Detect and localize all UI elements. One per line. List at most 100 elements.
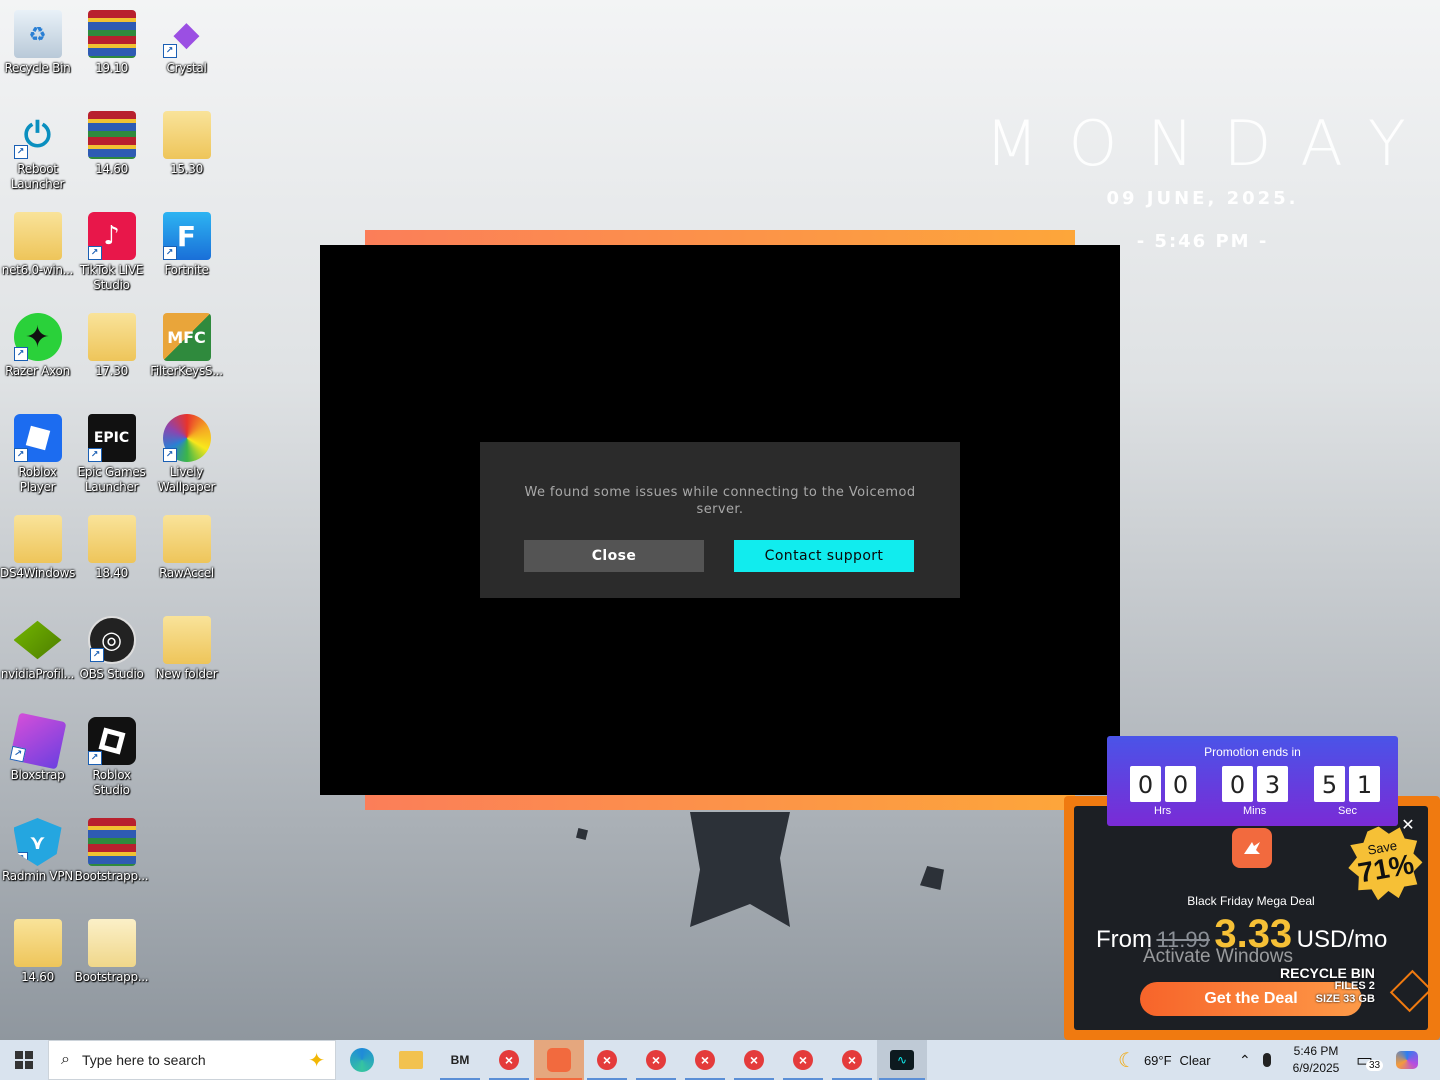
countdown-digit: 3 (1257, 766, 1288, 802)
promo-close-icon[interactable]: ✕ (1400, 818, 1416, 834)
fortnite-icon: F ↗ (162, 212, 211, 260)
taskbar-voicemod[interactable]: ∿ (877, 1040, 927, 1080)
clock[interactable]: 5:46 PM 6/9/2025 (1287, 1040, 1345, 1080)
taskbar-search-box[interactable]: ⌕ Type here to search ✦ (48, 1040, 336, 1080)
desktop-icon-rawaccel[interactable]: RawAccel (149, 515, 224, 581)
weather-text: Clear (1179, 1052, 1211, 1068)
shortcut-arrow-icon: ↗ (13, 448, 28, 462)
voicemod-accent-bar-bottom (365, 795, 1075, 810)
desktop-icon-15-30[interactable]: 15.30 (149, 111, 224, 177)
shortcut-arrow-icon: ↗ (162, 246, 177, 260)
desktop-icon-razer-axon[interactable]: ✦ ↗ Razer Axon (0, 313, 75, 379)
desktop-icon-label: Bloxstrap (10, 768, 65, 782)
desktop-icon-roblox-player[interactable]: ↗ Roblox Player (0, 414, 75, 495)
winrar-archive-icon (87, 111, 136, 159)
desktop-icon-label: FilterKeysS... (150, 364, 223, 378)
desktop-icon-obs-studio[interactable]: ◎ ↗ OBS Studio (74, 616, 149, 682)
shortcut-arrow-icon: ↗ (89, 648, 104, 662)
weather-widget[interactable]: ☾ 69°F Clear (1118, 1040, 1211, 1080)
close-button[interactable]: Close (524, 540, 704, 572)
recycle-bin-widget-size: SIZE 33 GB (1315, 993, 1375, 1005)
shortcut-arrow-icon: ↗ (13, 852, 28, 866)
taskbar-error-app-2[interactable]: × (585, 1040, 629, 1080)
desktop-icon-crystal[interactable]: ◆ ↗ Crystal (149, 10, 224, 76)
rabbit-app-icon (547, 1048, 571, 1072)
desktop-icon-label: Razer Axon (5, 364, 70, 378)
windows-logo-icon (15, 1051, 33, 1069)
roblox-icon: ↗ (13, 414, 62, 462)
moon-icon: ☾ (1118, 1049, 1136, 1072)
search-highlight-icon: ✦ (308, 1049, 325, 1072)
taskbar-voicemod-promo[interactable] (534, 1040, 584, 1080)
edge-icon (350, 1048, 374, 1072)
taskbar-app-bm[interactable]: BM (438, 1040, 482, 1080)
notifications-button[interactable]: ▭ 33 (1356, 1040, 1384, 1080)
taskbar-error-app-6[interactable]: × (781, 1040, 825, 1080)
desktop-icon-radmin-vpn[interactable]: ⋎ ↗ Radmin VPN (0, 818, 75, 884)
desktop-icon-18-40[interactable]: 18.40 (74, 515, 149, 581)
desktop-icon-epic-games[interactable]: EPIC ↗ Epic Games Launcher (74, 414, 149, 495)
folder-icon (13, 515, 62, 563)
desktop-icon-bootstrapper-folder[interactable]: Bootstrapp... (74, 919, 149, 985)
contact-support-button[interactable]: Contact support (734, 540, 914, 572)
desktop-icon-label: 17.30 (95, 364, 128, 378)
notification-count: 33 (1366, 1060, 1384, 1071)
taskbar-error-app-1[interactable]: × (487, 1040, 531, 1080)
desktop-icon-14-60[interactable]: 14.60 (74, 111, 149, 177)
copilot-button[interactable] (1396, 1040, 1418, 1080)
desktop-icon-label: Roblox Studio (92, 768, 131, 797)
taskbar-error-app-7[interactable]: × (830, 1040, 874, 1080)
desktop-icon-nvidia-profile[interactable]: nvidiaProfil... (0, 616, 75, 682)
countdown-mins-label: Mins (1243, 805, 1267, 817)
taskbar-error-app-4[interactable]: × (683, 1040, 727, 1080)
shortcut-arrow-icon: ↗ (162, 44, 177, 58)
microphone-icon (1263, 1053, 1271, 1067)
desktop-icon-lively-wallpaper[interactable]: ↗ Lively Wallpaper (149, 414, 224, 495)
desktop-icon-ds4windows[interactable]: DS4Windows (0, 515, 75, 581)
desktop-icon-label: RawAccel (159, 566, 214, 580)
desktop-icon-roblox-studio[interactable]: ↗ Roblox Studio (74, 717, 149, 798)
microphone-button[interactable] (1263, 1040, 1271, 1080)
folder-icon (162, 515, 211, 563)
countdown-digit: 0 (1130, 766, 1161, 802)
lively-wallpaper-icon: ↗ (162, 414, 211, 462)
taskbar-error-app-3[interactable]: × (634, 1040, 678, 1080)
voicemod-accent-bar-top (365, 230, 1075, 245)
desktop-icon-label: Roblox Player (18, 465, 57, 494)
desktop-icon-label: 14.60 (95, 162, 128, 176)
desktop-icon-new-folder[interactable]: New folder (149, 616, 224, 682)
desktop-icon-filterkeys[interactable]: MFC FilterKeysS... (149, 313, 224, 379)
desktop-icon-reboot-launcher[interactable]: ⏻ ↗ Reboot Launcher (0, 111, 75, 192)
taskbar-error-app-5[interactable]: × (732, 1040, 776, 1080)
desktop-icon-fortnite[interactable]: F ↗ Fortnite (149, 212, 224, 278)
desktop-icon-label: Bootstrapp... (74, 970, 149, 984)
show-hidden-icons-button[interactable]: ⌃ (1239, 1040, 1251, 1080)
recycle-bin-icon: ♻ (13, 10, 62, 58)
winrar-archive-icon (87, 818, 136, 866)
recycle-bin-widget-files: FILES 2 (1334, 980, 1375, 992)
copilot-icon (1396, 1051, 1418, 1069)
desktop-icon-tiktok-live-studio[interactable]: ♪ ↗ TikTok LIVE Studio (74, 212, 149, 293)
desktop-icon-bloxstrap[interactable]: ↗ Bloxstrap (0, 712, 75, 783)
desktop-icon-bootstrapper-rar[interactable]: Bootstrapp... (74, 818, 149, 884)
taskbar-edge[interactable] (340, 1040, 384, 1080)
desktop-icon-net6[interactable]: net6.0-win... (0, 212, 75, 278)
start-button[interactable] (0, 1040, 48, 1080)
desktop-icon-label: DS4Windows (0, 566, 76, 580)
desktop-icon-label: Reboot Launcher (10, 162, 65, 191)
clock-date: 6/9/2025 (1292, 1061, 1340, 1075)
bloxstrap-icon: ↗ (9, 712, 66, 770)
voicemod-window: We found some issues while connecting to… (320, 245, 1120, 795)
desktop-icon-14-60-folder[interactable]: 14.60 (0, 919, 75, 985)
desktop-icon-label: New folder (155, 667, 218, 681)
weather-temp: 69°F (1143, 1052, 1172, 1068)
desktop-icon-recycle-bin[interactable]: ♻ Recycle Bin (0, 10, 75, 76)
folder-icon (87, 515, 136, 563)
taskbar-file-explorer[interactable] (389, 1040, 433, 1080)
countdown-caption: Promotion ends in (1204, 745, 1301, 759)
desktop-icon-19-10[interactable]: 19.10 (74, 10, 149, 76)
desktop-icon-label: 19.10 (95, 61, 128, 75)
radmin-vpn-icon: ⋎ ↗ (13, 818, 62, 866)
desktop-icon-label: Fortnite (164, 263, 209, 277)
desktop-icon-17-30[interactable]: 17.30 (74, 313, 149, 379)
